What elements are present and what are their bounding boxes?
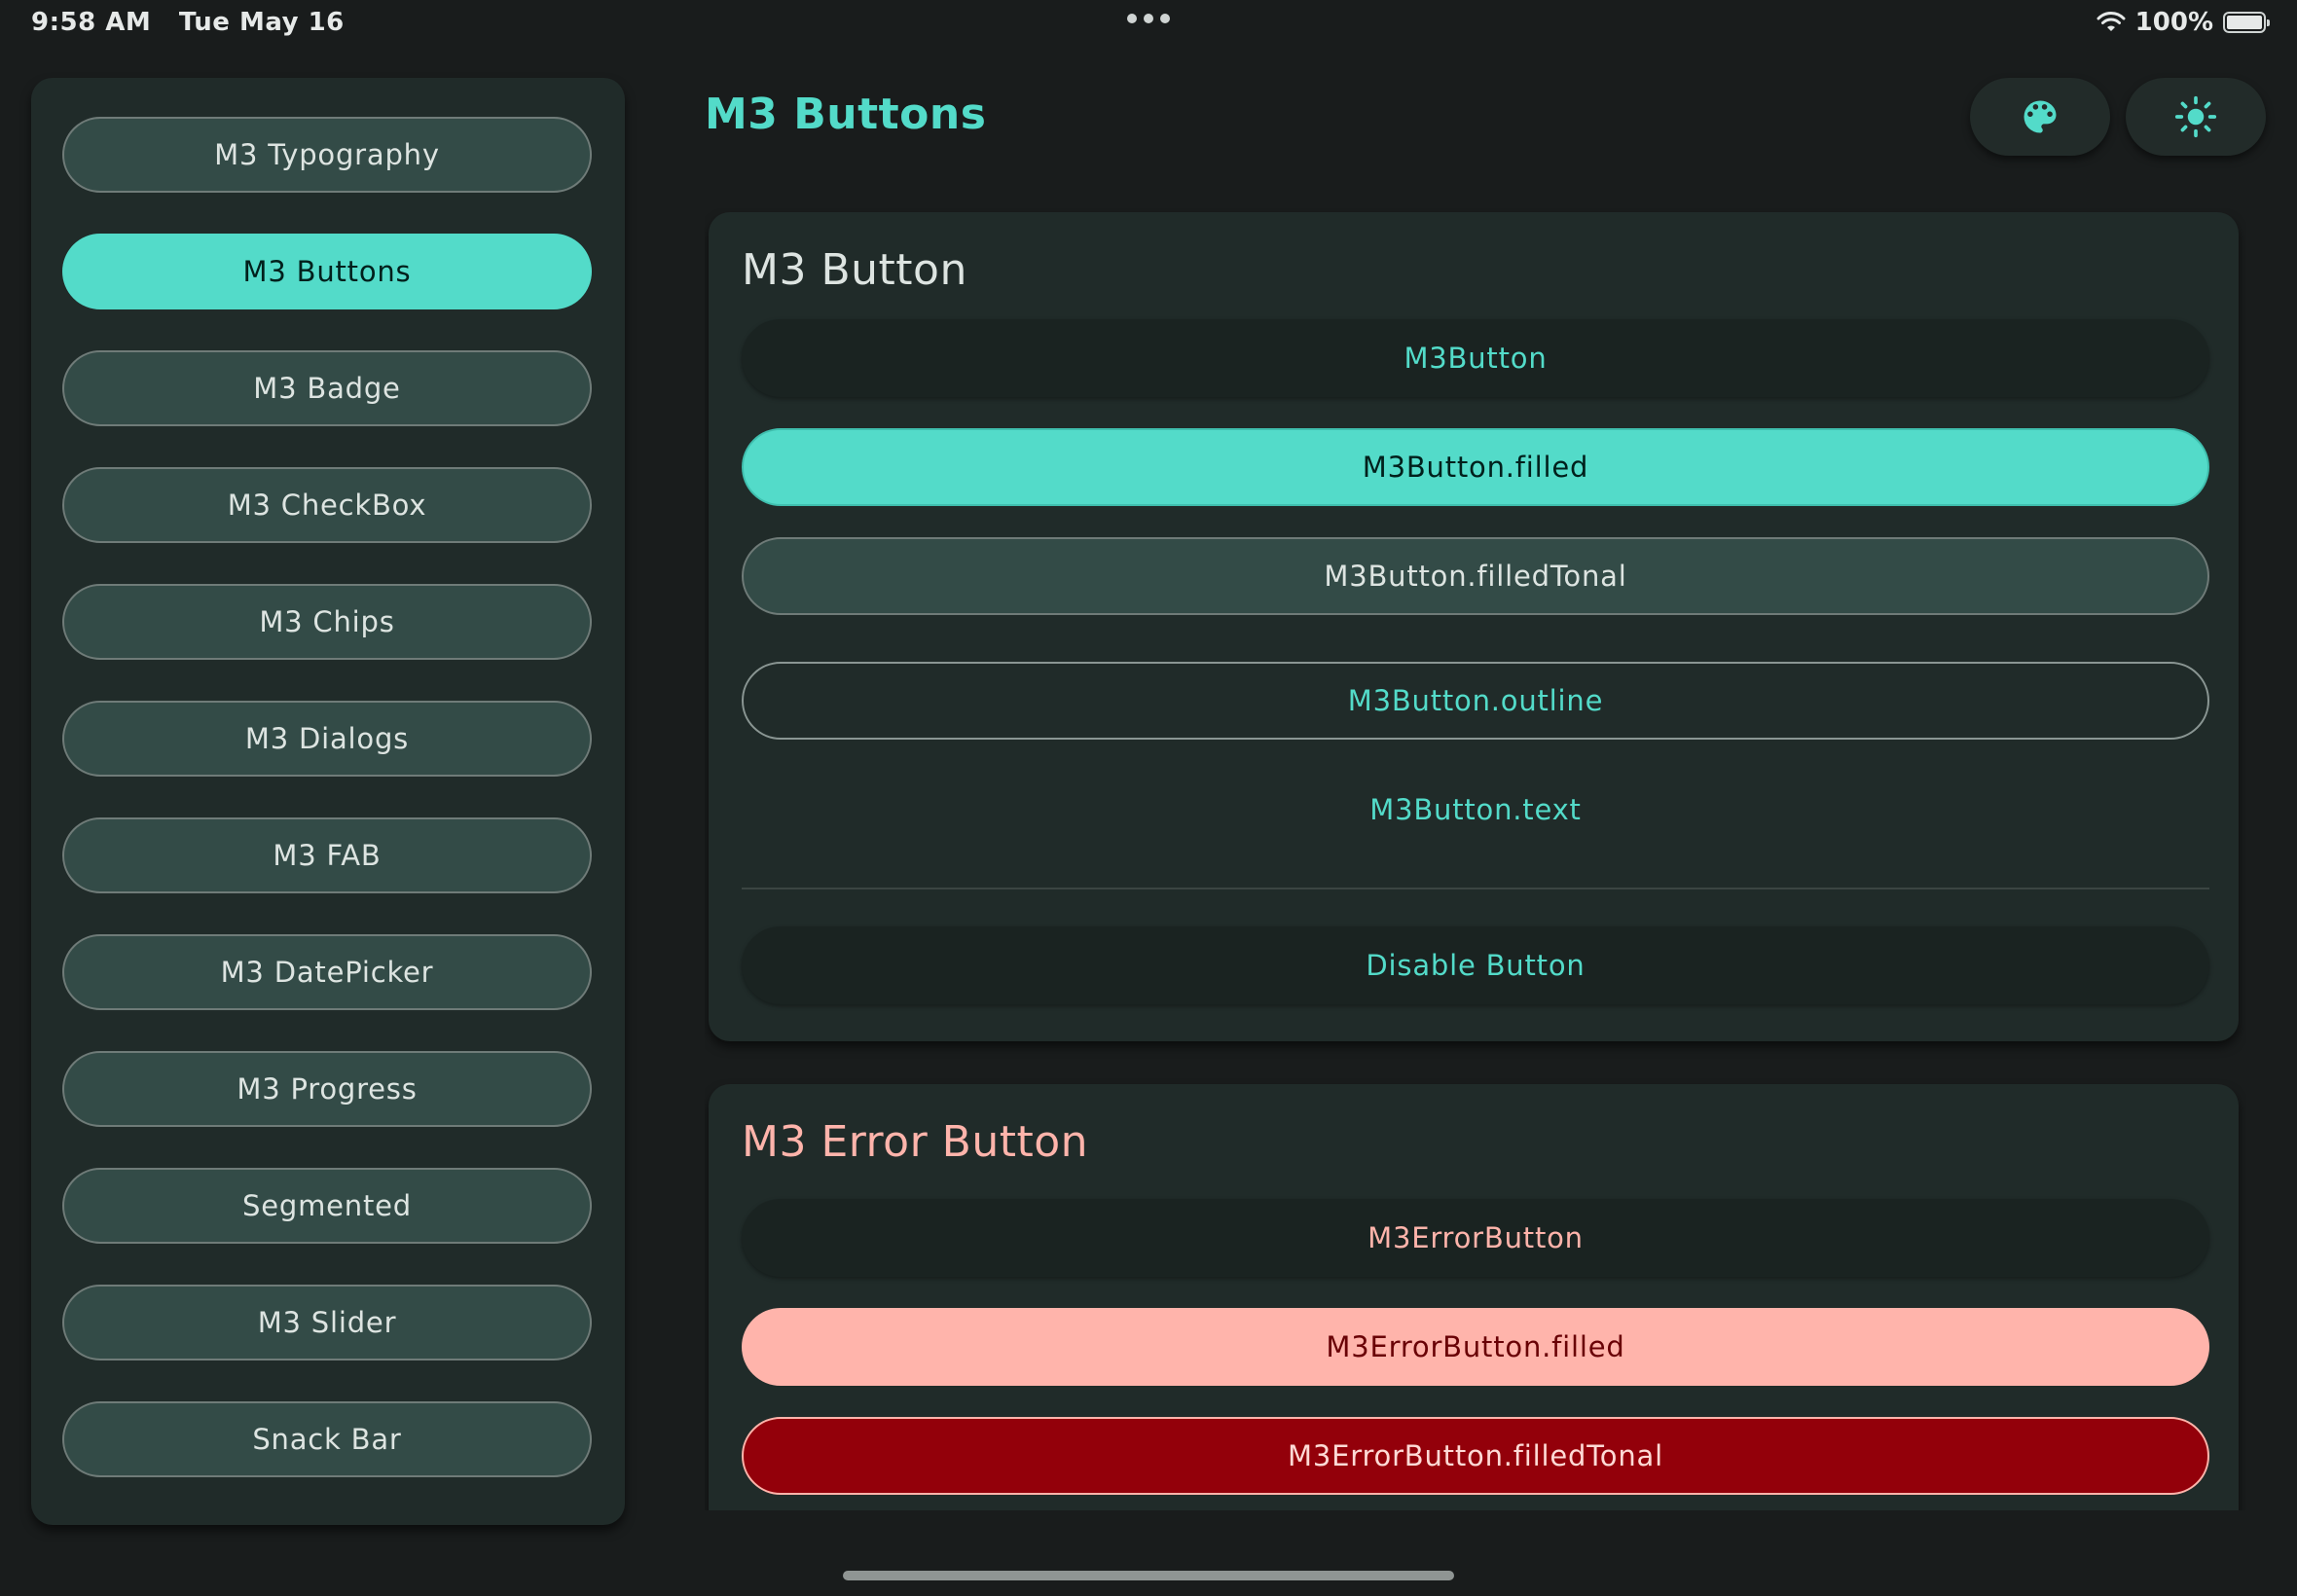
m3-button-filled[interactable]: M3Button.filled [742, 428, 2209, 506]
sidebar-item-typography[interactable]: M3 Typography [62, 117, 592, 193]
wifi-icon [2096, 12, 2126, 31]
status-time: 9:58 AM Tue May 16 [31, 8, 345, 37]
status-date: Tue May 16 [178, 8, 345, 37]
button-label: M3ErrorButton [1367, 1221, 1584, 1254]
m3-button-filled-tonal[interactable]: M3Button.filledTonal [742, 537, 2209, 615]
sidebar-item-checkbox[interactable]: M3 CheckBox [62, 467, 592, 543]
m3-button[interactable]: M3Button [742, 319, 2209, 397]
sidebar-item-buttons[interactable]: M3 Buttons [62, 234, 592, 309]
palette-icon [2024, 100, 2057, 133]
status-time-value: 9:58 AM [31, 8, 152, 37]
sidebar-item-label: Segmented [242, 1189, 412, 1222]
sidebar-item-label: M3 Slider [257, 1306, 397, 1339]
m3-error-button-filled[interactable]: M3ErrorButton.filled [742, 1308, 2209, 1386]
disable-button[interactable]: Disable Button [742, 926, 2209, 1004]
sidebar-item-datepicker[interactable]: M3 DatePicker [62, 934, 592, 1010]
button-label: M3Button [1404, 342, 1548, 375]
sun-icon [2174, 95, 2217, 138]
theme-toggle-button[interactable] [2126, 78, 2266, 156]
battery-icon [2223, 12, 2270, 33]
sidebar-item-label: M3 Chips [259, 605, 395, 638]
sidebar-item-label: M3 Buttons [242, 255, 412, 288]
sidebar-item-snackbar[interactable]: Snack Bar [62, 1401, 592, 1477]
multitasking-dots-icon[interactable] [1127, 14, 1170, 23]
section-title: M3 Error Button [742, 1117, 1089, 1167]
sidebar: M3 Typography M3 Buttons M3 Badge M3 Che… [31, 78, 625, 1525]
sidebar-item-progress[interactable]: M3 Progress [62, 1051, 592, 1127]
sidebar-item-label: M3 Badge [253, 372, 401, 405]
palette-button[interactable] [1970, 78, 2110, 156]
sidebar-item-slider[interactable]: M3 Slider [62, 1285, 592, 1360]
sidebar-item-label: M3 Dialogs [244, 722, 410, 755]
button-section-card: M3 Button M3Button M3Button.filled M3But… [709, 212, 2239, 1041]
sidebar-item-label: M3 Progress [237, 1072, 418, 1106]
home-indicator[interactable] [843, 1571, 1454, 1580]
main-content[interactable]: M3 Button M3Button M3Button.filled M3But… [705, 208, 2246, 1510]
m3-error-button[interactable]: M3ErrorButton [742, 1199, 2209, 1277]
button-label: M3Button.filledTonal [1324, 560, 1627, 593]
error-button-section-card: M3 Error Button M3ErrorButton M3ErrorBut… [709, 1084, 2239, 1510]
m3-button-text[interactable]: M3Button.text [742, 771, 2209, 849]
button-label: M3Button.text [1369, 793, 1582, 826]
button-label: M3ErrorButton.filled [1326, 1330, 1625, 1363]
sidebar-item-label: M3 Typography [214, 138, 440, 171]
status-bar: 9:58 AM Tue May 16 100% [0, 0, 2297, 47]
sidebar-item-dialogs[interactable]: M3 Dialogs [62, 701, 592, 777]
m3-button-outline[interactable]: M3Button.outline [742, 662, 2209, 740]
sidebar-item-badge[interactable]: M3 Badge [62, 350, 592, 426]
section-title: M3 Button [742, 245, 967, 295]
button-label: M3Button.outline [1347, 684, 1604, 717]
button-label: Disable Button [1366, 949, 1586, 982]
sidebar-item-label: M3 FAB [273, 839, 382, 872]
sidebar-item-fab[interactable]: M3 FAB [62, 817, 592, 893]
m3-error-button-filled-tonal[interactable]: M3ErrorButton.filledTonal [742, 1417, 2209, 1495]
page-title: M3 Buttons [705, 90, 987, 139]
sidebar-item-chips[interactable]: M3 Chips [62, 584, 592, 660]
battery-percent: 100% [2134, 8, 2213, 37]
sidebar-item-label: M3 CheckBox [227, 489, 427, 522]
button-label: M3Button.filled [1362, 451, 1589, 484]
sidebar-item-label: Snack Bar [252, 1423, 402, 1456]
button-label: M3ErrorButton.filledTonal [1288, 1439, 1663, 1472]
sidebar-item-segmented[interactable]: Segmented [62, 1168, 592, 1244]
section-divider [742, 888, 2209, 889]
status-right: 100% [2096, 8, 2270, 37]
sidebar-item-label: M3 DatePicker [220, 956, 434, 989]
